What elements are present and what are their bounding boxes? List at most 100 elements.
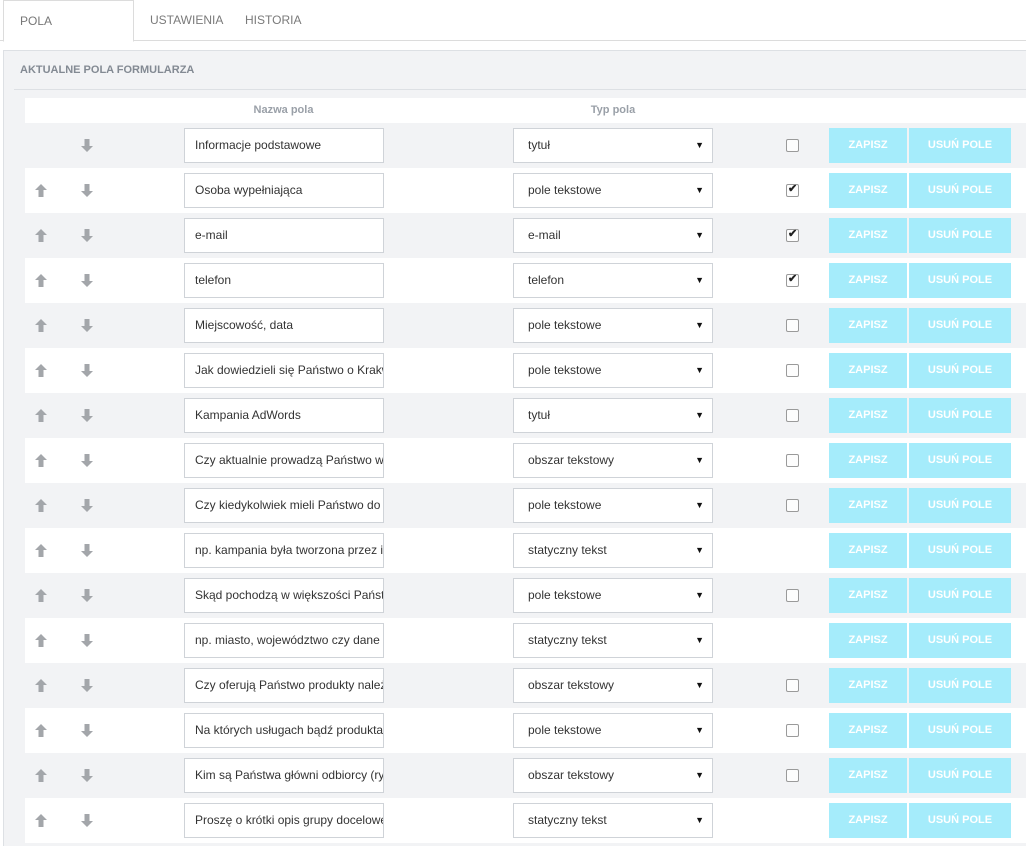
field-type-select[interactable]: pole tekstowe ▼ [513, 308, 713, 343]
move-down-arrow-icon[interactable] [81, 769, 93, 782]
move-down-arrow-icon[interactable] [81, 364, 93, 377]
move-down-arrow-icon[interactable] [81, 634, 93, 647]
delete-field-button[interactable]: USUŃ POLE [909, 443, 1011, 478]
save-button[interactable]: ZAPISZ [829, 308, 907, 343]
delete-field-button[interactable]: USUŃ POLE [909, 353, 1011, 388]
move-down-arrow-icon[interactable] [81, 139, 93, 152]
field-type-select[interactable]: obszar tekstowy ▼ [513, 443, 713, 478]
save-button[interactable]: ZAPISZ [829, 758, 907, 793]
field-name-input[interactable]: telefon [184, 263, 384, 298]
move-down-arrow-icon[interactable] [81, 454, 93, 467]
save-button[interactable]: ZAPISZ [829, 173, 907, 208]
field-type-select[interactable]: obszar tekstowy ▼ [513, 668, 713, 703]
field-name-input[interactable]: Skąd pochodzą w większości Państw [184, 578, 384, 613]
move-up-arrow-icon[interactable] [35, 229, 47, 242]
field-type-select[interactable]: tytuł ▼ [513, 398, 713, 433]
move-up-arrow-icon[interactable] [35, 634, 47, 647]
required-checkbox[interactable] [786, 454, 799, 467]
delete-field-button[interactable]: USUŃ POLE [909, 488, 1011, 523]
delete-field-button[interactable]: USUŃ POLE [909, 668, 1011, 703]
field-name-input[interactable]: Czy aktualnie prowadzą Państwo w [184, 443, 384, 478]
field-name-input[interactable]: Kim są Państwa główni odbiorcy (ry [184, 758, 384, 793]
required-checkbox[interactable] [786, 409, 799, 422]
save-button[interactable]: ZAPISZ [829, 668, 907, 703]
move-up-arrow-icon[interactable] [35, 499, 47, 512]
field-type-select[interactable]: statyczny tekst ▼ [513, 623, 713, 658]
delete-field-button[interactable]: USUŃ POLE [909, 173, 1011, 208]
save-button[interactable]: ZAPISZ [829, 578, 907, 613]
field-name-input[interactable]: Czy oferują Państwo produkty należ [184, 668, 384, 703]
delete-field-button[interactable]: USUŃ POLE [909, 398, 1011, 433]
tab-pola-formularza[interactable]: POLA FORMULARZA [3, 0, 134, 68]
move-up-arrow-icon[interactable] [35, 814, 47, 827]
move-down-arrow-icon[interactable] [81, 544, 93, 557]
delete-field-button[interactable]: USUŃ POLE [909, 758, 1011, 793]
save-button[interactable]: ZAPISZ [829, 803, 907, 838]
move-up-arrow-icon[interactable] [35, 364, 47, 377]
save-button[interactable]: ZAPISZ [829, 398, 907, 433]
delete-field-button[interactable]: USUŃ POLE [909, 578, 1011, 613]
save-button[interactable]: ZAPISZ [829, 713, 907, 748]
required-checkbox[interactable]: ✔ [786, 273, 799, 287]
move-down-arrow-icon[interactable] [81, 724, 93, 737]
move-up-arrow-icon[interactable] [35, 184, 47, 197]
field-type-select[interactable]: statyczny tekst ▼ [513, 533, 713, 568]
move-up-arrow-icon[interactable] [35, 409, 47, 422]
required-checkbox[interactable] [786, 364, 799, 377]
required-checkbox[interactable] [786, 769, 799, 782]
move-down-arrow-icon[interactable] [81, 409, 93, 422]
move-up-arrow-icon[interactable] [35, 454, 47, 467]
delete-field-button[interactable]: USUŃ POLE [909, 263, 1011, 298]
move-up-arrow-icon[interactable] [35, 544, 47, 557]
move-down-arrow-icon[interactable] [81, 229, 93, 242]
field-type-select[interactable]: telefon ▼ [513, 263, 713, 298]
move-up-arrow-icon[interactable] [35, 679, 47, 692]
save-button[interactable]: ZAPISZ [829, 263, 907, 298]
field-name-input[interactable]: np. kampania była tworzona przez in [184, 533, 384, 568]
tab-ustawienia[interactable]: USTAWIENIA [134, 0, 229, 41]
field-type-select[interactable]: obszar tekstowy ▼ [513, 758, 713, 793]
save-button[interactable]: ZAPISZ [829, 353, 907, 388]
save-button[interactable]: ZAPISZ [829, 128, 907, 163]
field-name-input[interactable]: Kampania AdWords [184, 398, 384, 433]
save-button[interactable]: ZAPISZ [829, 443, 907, 478]
move-up-arrow-icon[interactable] [35, 589, 47, 602]
field-name-input[interactable]: Czy kiedykolwiek mieli Państwo do c [184, 488, 384, 523]
field-name-input[interactable]: Miejscowość, data [184, 308, 384, 343]
field-type-select[interactable]: pole tekstowe ▼ [513, 173, 713, 208]
delete-field-button[interactable]: USUŃ POLE [909, 803, 1011, 838]
field-type-select[interactable]: pole tekstowe ▼ [513, 488, 713, 523]
delete-field-button[interactable]: USUŃ POLE [909, 308, 1011, 343]
required-checkbox[interactable]: ✔ [786, 228, 799, 242]
save-button[interactable]: ZAPISZ [829, 533, 907, 568]
move-down-arrow-icon[interactable] [81, 589, 93, 602]
save-button[interactable]: ZAPISZ [829, 623, 907, 658]
field-name-input[interactable]: e-mail [184, 218, 384, 253]
move-down-arrow-icon[interactable] [81, 679, 93, 692]
required-checkbox[interactable] [786, 589, 799, 602]
move-down-arrow-icon[interactable] [81, 274, 93, 287]
move-up-arrow-icon[interactable] [35, 274, 47, 287]
required-checkbox[interactable] [786, 139, 799, 152]
save-button[interactable]: ZAPISZ [829, 488, 907, 523]
required-checkbox[interactable] [786, 724, 799, 737]
move-down-arrow-icon[interactable] [81, 184, 93, 197]
field-type-select[interactable]: tytuł ▼ [513, 128, 713, 163]
field-type-select[interactable]: pole tekstowe ▼ [513, 713, 713, 748]
required-checkbox[interactable]: ✔ [786, 183, 799, 197]
delete-field-button[interactable]: USUŃ POLE [909, 218, 1011, 253]
field-name-input[interactable]: Jak dowiedzieli się Państwo o Krakw [184, 353, 384, 388]
field-name-input[interactable]: Informacje podstawowe [184, 128, 384, 163]
field-name-input[interactable]: np. miasto, województwo czy dane c [184, 623, 384, 658]
field-name-input[interactable]: Proszę o krótki opis grupy docelowe [184, 803, 384, 838]
move-down-arrow-icon[interactable] [81, 319, 93, 332]
tab-historia[interactable]: HISTORIA [229, 0, 309, 41]
field-name-input[interactable]: Osoba wypełniająca [184, 173, 384, 208]
save-button[interactable]: ZAPISZ [829, 218, 907, 253]
field-type-select[interactable]: e-mail ▼ [513, 218, 713, 253]
move-up-arrow-icon[interactable] [35, 724, 47, 737]
field-type-select[interactable]: statyczny tekst ▼ [513, 803, 713, 838]
move-down-arrow-icon[interactable] [81, 814, 93, 827]
required-checkbox[interactable] [786, 319, 799, 332]
field-name-input[interactable]: Na których usługach bądź produkta [184, 713, 384, 748]
